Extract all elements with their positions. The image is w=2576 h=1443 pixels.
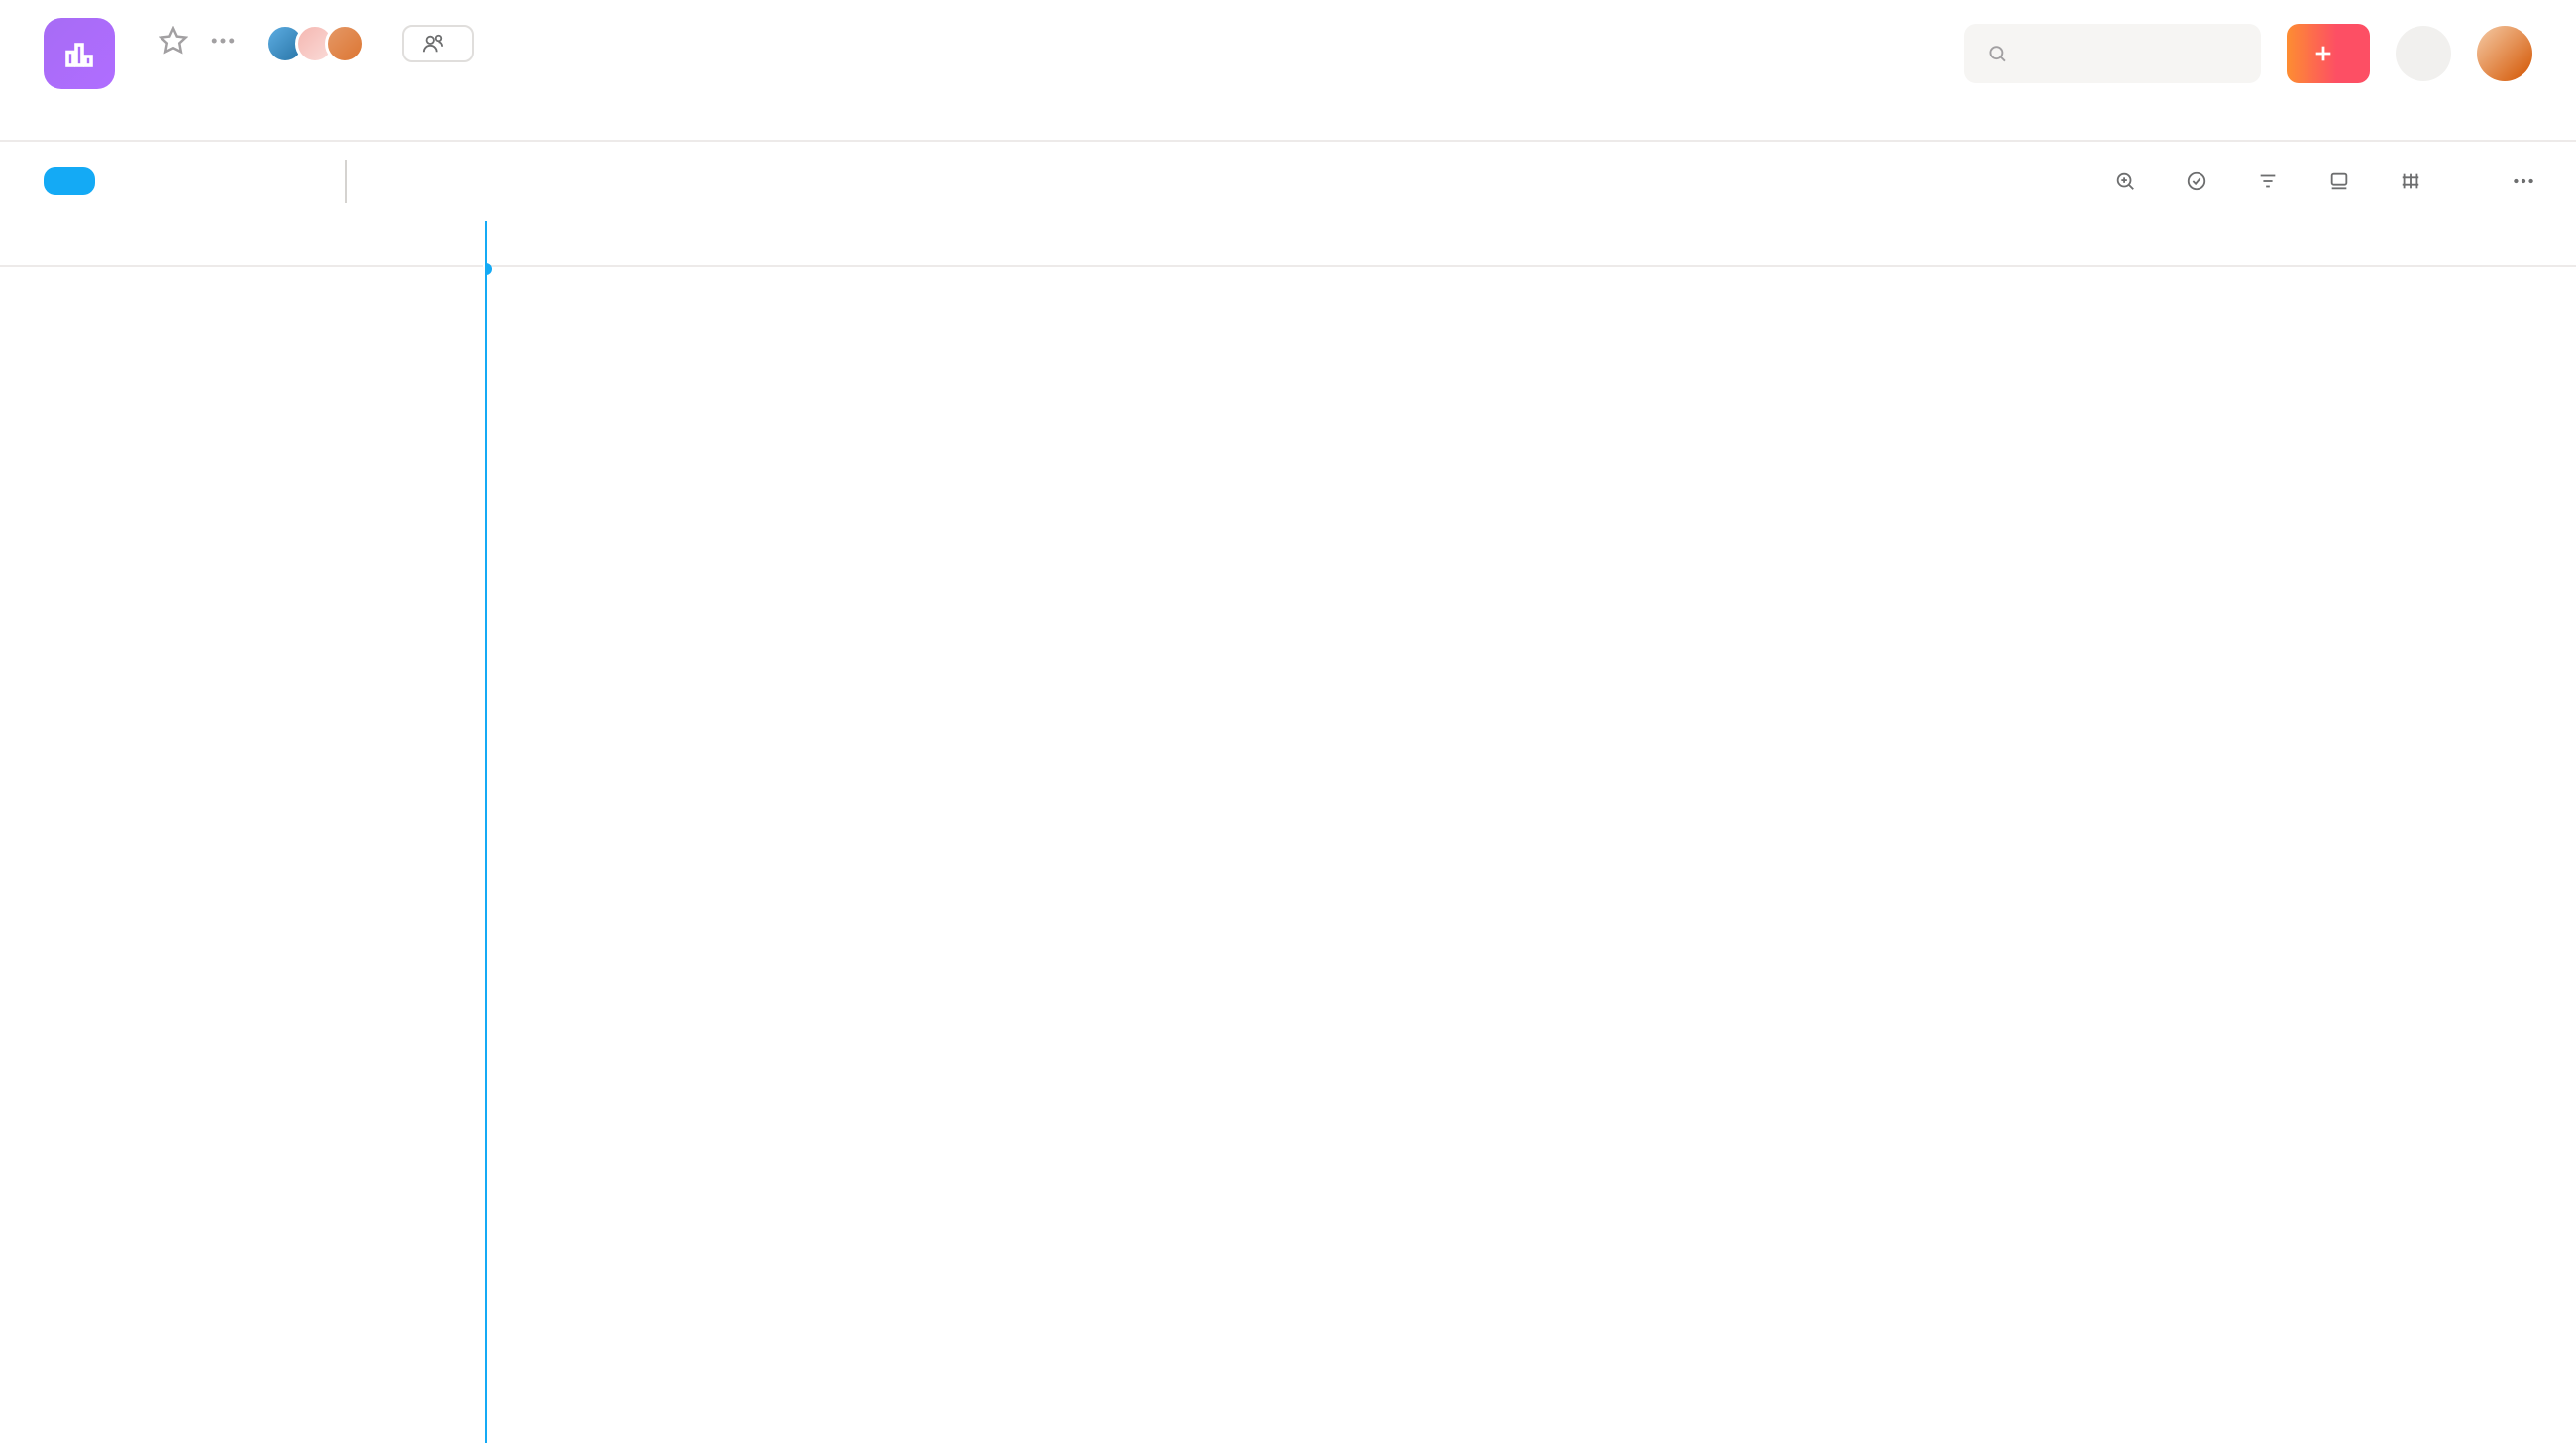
more-icon[interactable] <box>208 26 238 62</box>
check-circle-icon <box>2186 170 2207 192</box>
grid-icon <box>2400 170 2421 192</box>
completed-tasks-button[interactable] <box>2186 170 2217 192</box>
project-icon <box>44 18 115 89</box>
work-hours-button[interactable] <box>2400 170 2431 192</box>
toolbar <box>0 142 2576 221</box>
filter-icon <box>2257 170 2279 192</box>
facepile[interactable] <box>275 24 365 63</box>
search-box[interactable] <box>1964 24 2261 83</box>
share-button[interactable] <box>402 25 474 62</box>
tabs <box>139 83 474 105</box>
avatar <box>325 24 365 63</box>
search-input[interactable] <box>2024 39 2237 69</box>
sidebar <box>0 221 485 1443</box>
star-icon[interactable] <box>159 26 188 62</box>
header <box>0 0 2576 142</box>
timeline[interactable] <box>485 221 2576 1443</box>
workspace <box>0 221 2576 1443</box>
today-marker <box>485 221 487 1443</box>
color-icon <box>2328 170 2350 192</box>
filter-button[interactable] <box>2257 170 2289 192</box>
add-project-button[interactable] <box>44 167 95 195</box>
new-button[interactable] <box>2287 24 2370 83</box>
plus-icon <box>2312 43 2334 64</box>
search-icon <box>1987 42 2008 65</box>
zoom-days-button[interactable] <box>2114 170 2146 192</box>
toolbar-more-icon[interactable] <box>2511 168 2536 194</box>
zoom-icon <box>2114 170 2136 192</box>
current-user-avatar[interactable] <box>2477 26 2532 81</box>
month-label <box>345 160 359 203</box>
color-button[interactable] <box>2328 170 2360 192</box>
help-button[interactable] <box>2396 26 2451 81</box>
